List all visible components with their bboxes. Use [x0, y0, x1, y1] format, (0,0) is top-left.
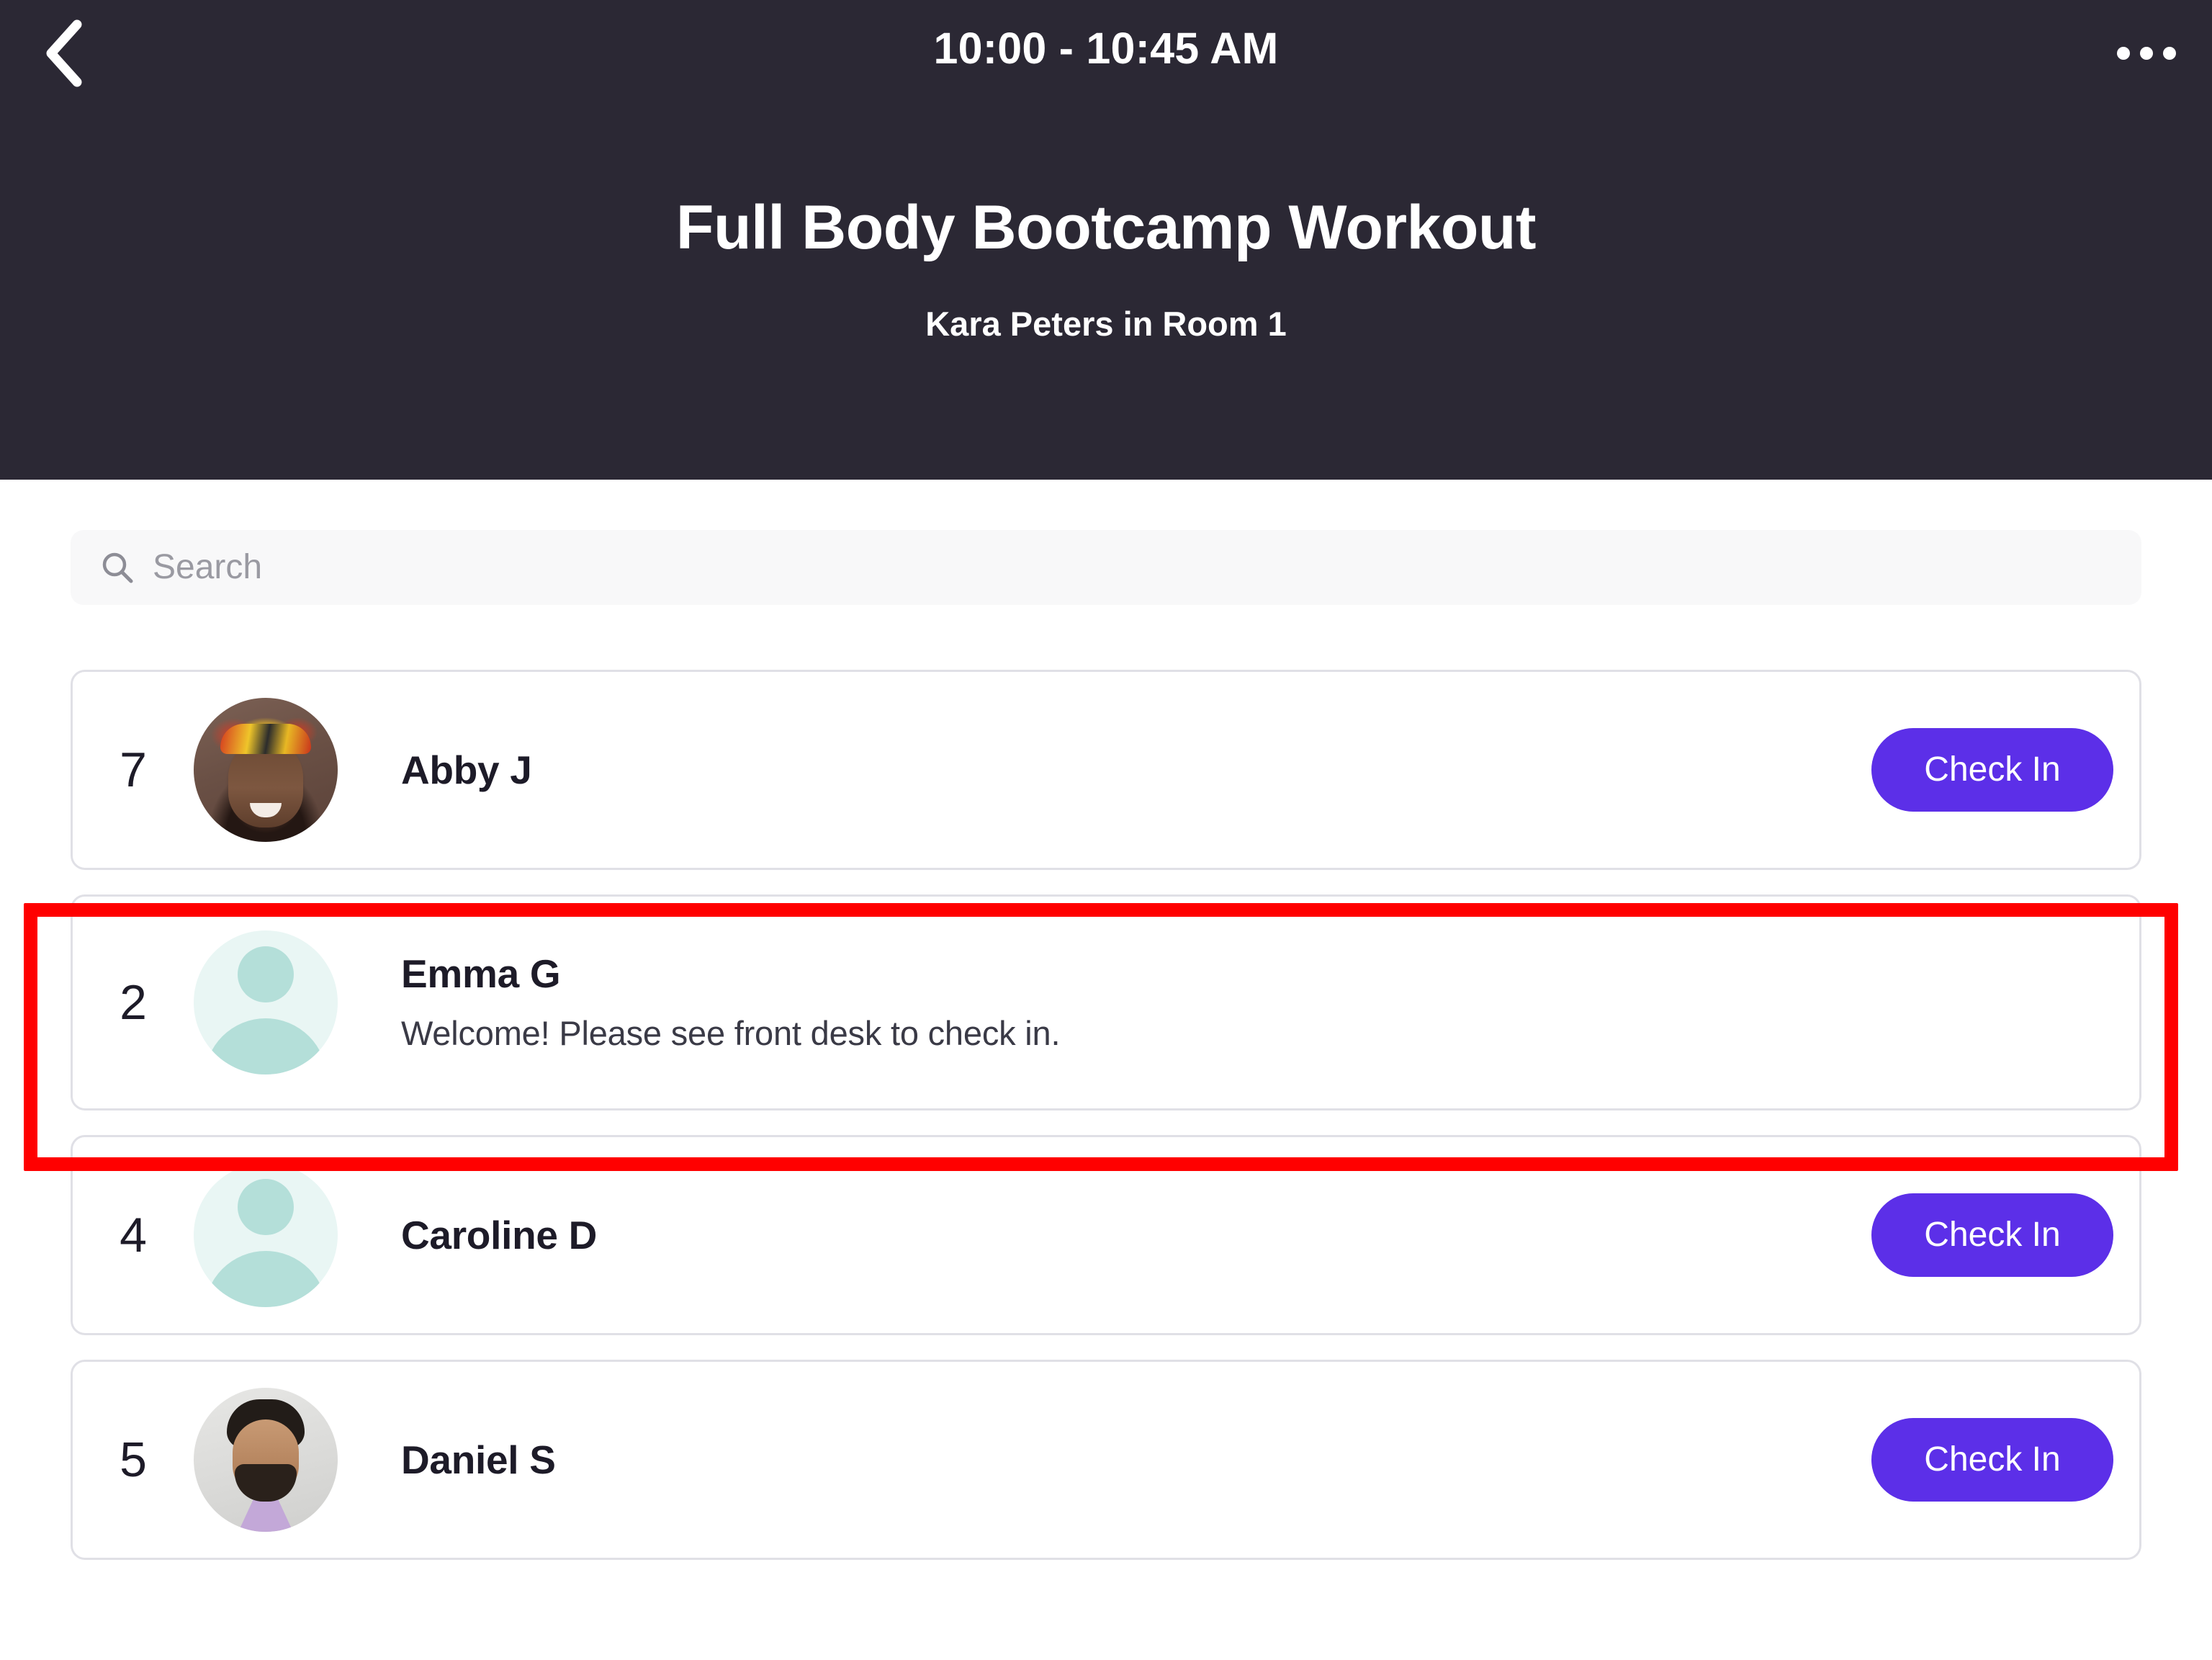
avatar-placeholder-icon	[194, 930, 338, 1074]
search-input[interactable]: Search	[71, 530, 2141, 605]
class-roster-screen: 10:00 - 10:45 AM Full Body Bootcamp Work…	[0, 0, 2212, 1660]
search-icon	[101, 551, 134, 584]
row-text-block: Emma G Welcome! Please see front desk to…	[338, 951, 2113, 1054]
check-in-button[interactable]: Check In	[1871, 728, 2113, 812]
page-subtitle: Kara Peters in Room 1	[925, 305, 1287, 343]
avatar	[194, 698, 338, 842]
table-row[interactable]: 5 Daniel S Check In	[71, 1360, 2141, 1560]
member-name: Daniel S	[401, 1437, 556, 1482]
row-number: 2	[120, 975, 147, 1030]
row-number: 7	[120, 742, 147, 797]
avatar-placeholder-icon	[194, 1163, 338, 1307]
member-name: Abby J	[401, 747, 532, 792]
table-row[interactable]: 4 Caroline D Check In	[71, 1135, 2141, 1335]
row-spacer	[71, 1111, 2141, 1135]
row-text-block: Daniel S	[338, 1437, 1871, 1484]
session-time-range: 10:00 - 10:45 AM	[933, 24, 1279, 73]
check-in-button[interactable]: Check In	[1871, 1418, 2113, 1502]
page-title: Full Body Bootcamp Workout	[675, 193, 1537, 262]
member-name: Caroline D	[401, 1212, 598, 1257]
more-options-button[interactable]	[2107, 16, 2186, 91]
row-spacer	[71, 870, 2141, 894]
member-name: Emma G	[401, 951, 561, 997]
row-number: 4	[120, 1208, 147, 1262]
screen-header: 10:00 - 10:45 AM Full Body Bootcamp Work…	[0, 0, 2212, 480]
member-status-note: Welcome! Please see front desk to check …	[401, 1014, 1061, 1053]
search-placeholder-text: Search	[153, 548, 263, 586]
roster-list: 7 Abby J Check In 2 Emma G Welcome! Plea…	[71, 670, 2141, 1560]
ellipsis-horizontal-icon	[2117, 47, 2176, 60]
row-text-block: Caroline D	[338, 1212, 1871, 1259]
avatar	[194, 1388, 338, 1532]
row-text-block: Abby J	[338, 747, 1871, 794]
table-row[interactable]: 7 Abby J Check In	[71, 670, 2141, 870]
header-top-bar: 10:00 - 10:45 AM	[0, 0, 2212, 108]
check-in-button[interactable]: Check In	[1871, 1193, 2113, 1277]
row-number: 5	[120, 1432, 147, 1487]
row-spacer	[71, 1335, 2141, 1360]
table-row[interactable]: 2 Emma G Welcome! Please see front desk …	[71, 894, 2141, 1111]
